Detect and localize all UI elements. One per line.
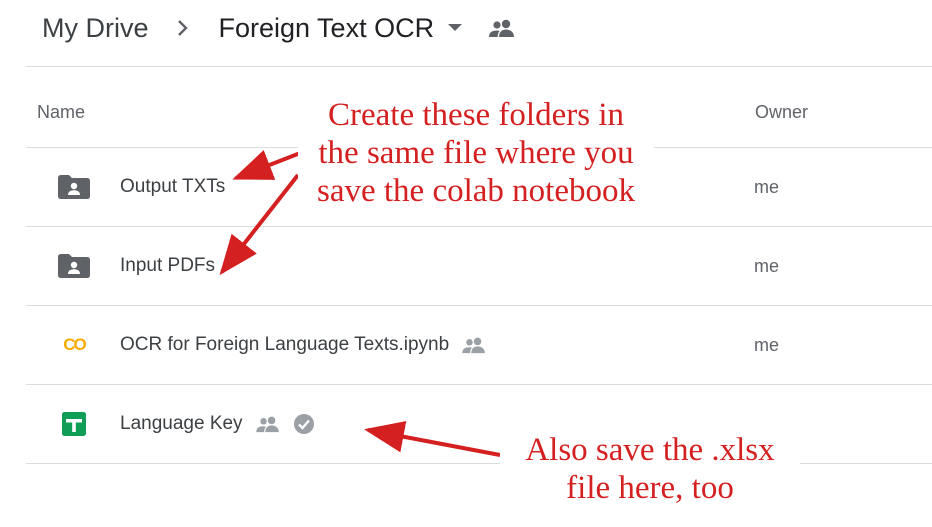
shared-folder-icon (58, 175, 90, 199)
file-name-wrap: Language Key (120, 413, 315, 435)
file-name: Language Key (120, 413, 243, 434)
file-row-colab-notebook[interactable]: CO OCR for Foreign Language Texts.ipynb … (26, 306, 932, 384)
shared-people-icon (255, 415, 281, 433)
annotation-line: file here, too (566, 470, 734, 506)
drive-file-list-screen: My Drive Foreign Text OCR Name Owner Out… (0, 0, 932, 527)
column-header-owner[interactable]: Owner (755, 102, 808, 123)
breadcrumb: My Drive Foreign Text OCR (42, 8, 516, 48)
chevron-right-icon (177, 19, 189, 37)
file-owner: me (754, 177, 780, 197)
annotation-xlsx-note: Also save the .xlsx file here, too (500, 431, 800, 507)
shared-folder-icon (58, 254, 90, 278)
google-sheets-icon (58, 412, 90, 436)
breadcrumb-current-folder[interactable]: Foreign Text OCR (219, 13, 435, 44)
breadcrumb-my-drive[interactable]: My Drive (42, 13, 149, 44)
file-row-input-pdfs[interactable]: Input PDFs me (26, 227, 932, 305)
file-owner: me (754, 335, 780, 355)
annotation-line: save the colab notebook (317, 173, 635, 209)
file-name-wrap: OCR for Foreign Language Texts.ipynb (120, 334, 487, 356)
verified-check-icon (293, 413, 315, 435)
header-divider (26, 66, 932, 67)
shared-people-icon[interactable] (488, 18, 516, 38)
shared-people-icon (461, 336, 487, 354)
dropdown-caret-icon[interactable] (448, 24, 463, 32)
annotation-line: Also save the .xlsx (525, 432, 775, 468)
colab-icon: CO (58, 333, 90, 357)
file-owner: me (754, 256, 780, 276)
column-header-name[interactable]: Name (37, 102, 85, 123)
file-name: Input PDFs (120, 255, 216, 276)
annotation-line: the same file where you (318, 135, 634, 171)
file-name: OCR for Foreign Language Texts.ipynb (120, 334, 450, 355)
colab-logo-text: CO (63, 335, 86, 354)
annotation-line: Create these folders in (328, 97, 624, 133)
file-name: Output TXTs (120, 176, 226, 197)
annotation-folders-note: Create these folders in the same file wh… (298, 96, 654, 210)
